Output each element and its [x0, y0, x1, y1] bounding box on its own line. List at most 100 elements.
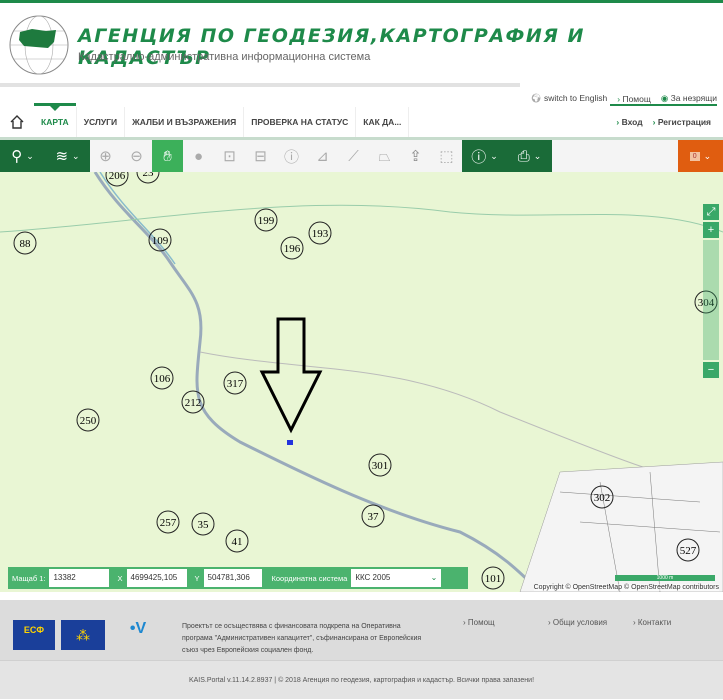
box-minus-icon: ⊟ — [254, 148, 267, 165]
parcel-label: 250 — [80, 415, 97, 427]
parcel-label: 37 — [368, 511, 380, 523]
identify-button[interactable]: ⓘ — [276, 140, 307, 172]
zoom-out-button[interactable]: ⊖ — [121, 140, 152, 172]
ruler-icon: ⟋ — [348, 147, 359, 165]
plus-icon: + — [707, 224, 715, 236]
box-plus-icon: ⊡ — [223, 148, 236, 165]
switch-language-link[interactable]: 🌍︎ switch to English — [531, 93, 607, 104]
chevron-down-icon: ⌄ — [490, 150, 498, 161]
visually-impaired-link[interactable]: ◉ За незрящи — [661, 93, 717, 104]
chevron-down-icon: ⌄ — [533, 150, 542, 161]
select-area-icon: ⬚ — [439, 148, 454, 165]
footer-terms-link[interactable]: Общи условия — [548, 618, 607, 627]
help-link[interactable]: › Помощ — [617, 94, 651, 104]
agency-logo[interactable] — [8, 14, 70, 76]
parcel-label: 527 — [680, 545, 697, 557]
cart-button[interactable]: 0 ⌄ — [678, 140, 723, 172]
layers-icon: ≋ — [55, 148, 69, 165]
zoom-slider-out-button[interactable]: − — [703, 362, 719, 378]
zoom-box-out-button[interactable]: ⊟ — [245, 140, 276, 172]
map-toolbar: ⚲ ⌄ ≋ ⌄ ⊕ ⊖ ✋︎ ● ⊡ ⊟ ⓘ ⊿ ⟋ ⏢ ⇪ ⬚ ⓘ ⌄ ⎙ ⌄ 0 ⌄ — [0, 140, 723, 172]
x-coordinate-field[interactable]: 4699425,105 — [126, 569, 187, 587]
home-button[interactable] — [0, 107, 34, 137]
footer-copyright: KAIS.Portal v.11.14.2.8937 | © 2018 Аген… — [0, 660, 723, 699]
map-attribution: Copyright © OpenStreetMap © OpenStreetMa… — [533, 584, 719, 591]
polygon-icon: ⏢ — [378, 147, 391, 165]
measure-area-button[interactable]: ⏢ — [369, 140, 400, 172]
parcel-label: 106 — [154, 373, 171, 385]
info-icon: ⓘ — [283, 148, 299, 166]
layer-info-icon: ⓘ — [471, 148, 487, 166]
globe-icon: ● — [193, 147, 204, 165]
search-button[interactable]: ⚲ ⌄ — [0, 140, 45, 172]
nav-status-check[interactable]: ПРОВЕРКА НА СТАТУС — [244, 107, 357, 137]
zoom-in-button[interactable]: ⊕ — [90, 140, 121, 172]
full-extent-button[interactable]: ● — [183, 140, 214, 172]
parcel-label: 257 — [160, 517, 177, 529]
footer-contacts-link[interactable]: Контакти — [633, 618, 671, 627]
printer-icon: ⎙ — [517, 147, 530, 165]
esf-logo: ЕСФ — [13, 620, 55, 650]
eu-flag-logo: ⁂ — [61, 620, 105, 650]
nav-complaints[interactable]: ЖАЛБИ И ВЪЗРАЖЕНИЯ — [125, 107, 245, 137]
y-coordinate-field[interactable]: 504781,306 — [203, 569, 262, 587]
upload-button[interactable]: ⇪ — [400, 140, 431, 172]
parcel-label: 199 — [258, 215, 275, 227]
expand-icon: ⤢ — [706, 206, 716, 218]
parcel-label: 196 — [284, 243, 301, 255]
chevron-down-icon: ⌄ — [26, 150, 34, 161]
register-link[interactable]: Регистрация — [653, 117, 711, 127]
hand-icon: ✋︎ — [163, 147, 172, 165]
parcel-label: 101 — [485, 573, 502, 585]
globe-icon: 🌍︎ — [530, 93, 544, 103]
scale-input[interactable]: 13382 — [49, 569, 110, 587]
zoom-slider[interactable] — [703, 240, 719, 360]
zoom-box-in-button[interactable]: ⊡ — [214, 140, 245, 172]
coordinate-bar: Мащаб 1: 13382 X 4699425,105 Y 504781,30… — [8, 567, 468, 589]
crs-select[interactable]: ККС 2005 ⌄ — [351, 569, 442, 587]
chevron-down-icon: ⌄ — [703, 150, 712, 161]
parcel-label: 302 — [594, 492, 611, 504]
y-label: Y — [194, 573, 200, 583]
x-label: X — [117, 573, 123, 583]
search-icon: ⚲ — [11, 148, 23, 165]
map-layer: 206 2388 109199196193304106 317212250301302… — [0, 172, 723, 592]
main-nav: КАРТА УСЛУГИ ЖАЛБИ И ВЪЗРАЖЕНИЯ ПРОВЕРКА… — [0, 103, 723, 137]
footer: ЕСФ ⁂ •V Проектът се осъществява с финан… — [0, 600, 723, 660]
fullscreen-button[interactable]: ⤢ — [703, 204, 719, 220]
parcel-label: 88 — [20, 238, 32, 250]
chevron-down-icon: ⌄ — [430, 573, 438, 582]
chevron-down-icon: ⌄ — [72, 150, 80, 161]
pan-button[interactable]: ✋︎ — [152, 140, 183, 172]
minus-icon: − — [707, 364, 715, 376]
parcel-label: 35 — [198, 519, 210, 531]
home-icon — [10, 115, 24, 129]
coordinates-button[interactable]: ⊿ — [307, 140, 338, 172]
nav-map[interactable]: КАРТА — [34, 103, 77, 137]
select-button[interactable]: ⬚ — [431, 140, 462, 172]
toplinks-underline — [610, 104, 717, 106]
nav-how-to[interactable]: КАК ДА... — [356, 107, 410, 137]
layer-info-button[interactable]: ⓘ ⌄ — [462, 140, 507, 172]
zoom-slider-in-button[interactable]: + — [703, 222, 719, 238]
layers-button[interactable]: ≋ ⌄ — [45, 140, 90, 172]
measure-distance-button[interactable]: ⟋ — [338, 140, 369, 172]
cart-badge: 0 — [689, 151, 700, 161]
upload-icon: ⇪ — [409, 148, 422, 165]
print-button[interactable]: ⎙ ⌄ — [507, 140, 552, 172]
login-link[interactable]: Вход — [616, 117, 643, 127]
parcel-label: 109 — [152, 235, 169, 247]
header-divider — [0, 83, 520, 87]
eye-icon: ◉ — [660, 93, 671, 103]
system-subtitle: Кадастрално-административна информационн… — [78, 51, 371, 63]
parcel-label: 23 — [143, 172, 155, 179]
opak-logo: •V — [129, 620, 147, 637]
crs-label: Координатна система — [271, 573, 348, 583]
parcel-label: 317 — [227, 378, 244, 390]
footer-help-link[interactable]: Помощ — [463, 618, 495, 627]
parcel-label: 193 — [312, 228, 329, 240]
map-canvas[interactable]: 206 23 88 109 199 196 193 304 106 317 212 250 301 302… — [0, 172, 723, 592]
ruler-corner-icon: ⊿ — [316, 148, 329, 165]
nav-services[interactable]: УСЛУГИ — [77, 107, 126, 137]
parcel-label: 206 — [109, 172, 126, 182]
